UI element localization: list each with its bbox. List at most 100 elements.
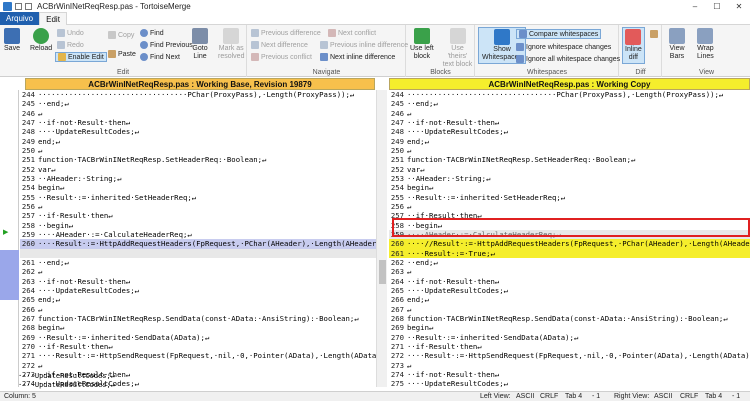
code-line[interactable]: 272 ↵ — [20, 361, 376, 370]
code-line[interactable]: 261 ··end;↵ — [20, 258, 376, 267]
code-line[interactable]: 244 ··································PCh… — [20, 90, 376, 99]
view-bars-button[interactable]: View Bars — [669, 28, 685, 61]
code-line[interactable]: 250 ↵ — [389, 146, 750, 155]
code-line[interactable]: 246 ↵ — [389, 109, 750, 118]
code-line[interactable]: 256 ↵ — [20, 202, 376, 211]
code-line[interactable]: 254 begin↵ — [20, 183, 376, 192]
previous-difference-button[interactable]: Previous difference — [251, 28, 321, 38]
redo-button[interactable]: Redo — [57, 40, 84, 50]
ignore-all-whitespace-button[interactable]: Ignore all whitespace changes — [516, 54, 620, 64]
tab-edit[interactable]: Edit — [39, 12, 67, 25]
code-line[interactable]: 273 ↵ — [389, 361, 750, 370]
code-line[interactable]: 248 ····UpdateResultCodes;↵ — [389, 127, 750, 136]
wrap-lines-button[interactable]: Wrap Lines — [697, 28, 714, 61]
left-tab-size[interactable]: Tab 4 — [565, 393, 582, 400]
minimize-button[interactable]: – — [684, 0, 706, 12]
compare-whitespaces-button[interactable]: Compare whitespaces — [516, 29, 602, 39]
find-next-button[interactable]: Find Next — [140, 52, 180, 62]
code-line[interactable]: 271 ····Result·:=·HttpSendRequest(FpReque… — [20, 351, 376, 360]
save-button[interactable]: Save — [4, 28, 20, 53]
code-line[interactable]: 269 ··Result·:=·inherited·SendData(AData)… — [20, 333, 376, 342]
code-line[interactable]: 256 ↵ — [389, 202, 750, 211]
code-line[interactable]: 266 ↵ — [20, 305, 376, 314]
code-line[interactable]: 244 ··································PCh… — [389, 90, 750, 99]
code-line[interactable]: 264 ····UpdateResultCodes;↵ — [20, 286, 376, 295]
code-line[interactable]: 275 ····UpdateResultCodes;↵ — [389, 379, 750, 388]
enable-edit-button[interactable]: Enable Edit — [55, 52, 107, 62]
right-tab-size[interactable]: Tab 4 — [705, 393, 722, 400]
previous-inline-difference-button[interactable]: Previous inline difference — [320, 40, 408, 50]
use-theirs-block-button[interactable]: Use 'theirs' text block — [441, 28, 474, 69]
code-line[interactable]: 270 ··if·Result·then↵ — [20, 342, 376, 351]
maximize-button[interactable]: ☐ — [706, 0, 728, 12]
next-conflict-button[interactable]: Next conflict — [328, 28, 376, 38]
undo-button[interactable]: Undo — [57, 28, 84, 38]
previous-conflict-button[interactable]: Previous conflict — [251, 52, 312, 62]
find-button[interactable]: Find — [140, 28, 164, 38]
tab-arquivo[interactable]: Arquivo — [0, 12, 40, 25]
diff-options-button[interactable] — [650, 29, 660, 39]
code-line[interactable]: 252 var↵ — [20, 165, 376, 174]
code-line[interactable]: 260 ····Result·:=·HttpAddRequestHeaders(F… — [20, 239, 376, 249]
code-line[interactable]: 266 end;↵ — [389, 295, 750, 304]
code-line[interactable]: 250 ↵ — [20, 146, 376, 155]
mark-as-resolved-button[interactable]: Mark as resolved — [218, 28, 244, 61]
inline-diff-button[interactable]: Inline diff — [622, 27, 645, 64]
code-line[interactable]: 247 ··if·not·Result·then↵ — [20, 118, 376, 127]
code-line[interactable]: 258 ··begin↵ — [20, 221, 376, 230]
goto-line-button[interactable]: Goto Line — [192, 28, 208, 61]
code-line[interactable]: 269 begin↵ — [389, 323, 750, 332]
ignore-whitespace-changes-button[interactable]: Ignore whitespace changes — [516, 42, 611, 52]
code-line[interactable]: 265 end;↵ — [20, 295, 376, 304]
find-previous-button[interactable]: Find Previous — [140, 40, 193, 50]
code-line[interactable]: 267 ↵ — [389, 305, 750, 314]
use-left-block-button[interactable]: Use left block — [410, 28, 434, 61]
code-line[interactable]: 262 ↵ — [20, 267, 376, 276]
code-line[interactable]: 245 ··end;↵ — [389, 99, 750, 108]
next-difference-button[interactable]: Next difference — [251, 40, 308, 50]
code-line[interactable]: 247 ··if·not·Result·then↵ — [389, 118, 750, 127]
code-line[interactable]: 260 ····//Result·:=·HttpAddRequestHeaders… — [389, 239, 750, 249]
code-line[interactable]: 259 ····AHeader·:=·CalculateHeaderReq;↵ — [20, 230, 376, 239]
code-line[interactable]: 252 var↵ — [389, 165, 750, 174]
code-line[interactable]: 251 function·TACBrWinINetReqResp.SetHeade… — [20, 155, 376, 164]
code-line[interactable]: 255 ··Result·:=·inherited·SetHeaderReq;↵ — [389, 193, 750, 202]
next-inline-difference-button[interactable]: Next inline difference — [320, 52, 395, 62]
code-line[interactable]: 262 ··end;↵ — [389, 258, 750, 267]
copy-button[interactable]: Copy — [108, 30, 134, 40]
reload-button[interactable]: Reload — [30, 28, 52, 53]
paste-button[interactable]: Paste — [108, 49, 136, 59]
code-line[interactable]: 249 end;↵ — [389, 137, 750, 146]
left-eol[interactable]: CRLF — [540, 393, 558, 400]
code-line[interactable]: 255 ··Result·:=·inherited·SetHeaderReq;↵ — [20, 193, 376, 202]
right-code-pane[interactable]: 244 ··································PCh… — [389, 90, 750, 388]
code-line[interactable]: 268 begin↵ — [20, 323, 376, 332]
left-vertical-scrollbar[interactable] — [376, 90, 387, 387]
quick-access-dropdown-icon[interactable] — [25, 2, 32, 10]
code-line[interactable]: 264 ··if·not·Result·then↵ — [389, 277, 750, 286]
code-line[interactable]: 265 ····UpdateResultCodes;↵ — [389, 286, 750, 295]
left-scroll-thumb[interactable] — [379, 260, 386, 284]
right-eol[interactable]: CRLF — [680, 393, 698, 400]
code-line[interactable]: 270 ··Result·:=·inherited·SendData(AData)… — [389, 333, 750, 342]
code-line[interactable]: 253 ··AHeader:·String;↵ — [389, 174, 750, 183]
code-line[interactable]: 261 ····Result·:=·True;↵ — [389, 248, 750, 258]
bottom-pane[interactable]: ····UpdateResultCodes;↵ ····UpdateResult… — [0, 372, 376, 390]
code-line[interactable] — [20, 248, 376, 258]
code-line[interactable]: 268 function·TACBrWinINetReqResp.SendData… — [389, 314, 750, 323]
code-line[interactable]: 245 ··end;↵ — [20, 99, 376, 108]
code-line[interactable]: 254 begin↵ — [389, 183, 750, 192]
quick-access-save-icon[interactable] — [15, 2, 22, 10]
left-code-pane[interactable]: 244 ··································PCh… — [20, 90, 376, 388]
code-line[interactable]: 248 ····UpdateResultCodes;↵ — [20, 127, 376, 136]
right-encoding[interactable]: ASCII — [654, 393, 672, 400]
code-line[interactable]: 257 ··if·Result·then↵ — [20, 211, 376, 220]
code-line[interactable]: 271 ··if·Result·then↵ — [389, 342, 750, 351]
code-line[interactable]: 246 ↵ — [20, 109, 376, 118]
code-line[interactable]: 263 ↵ — [389, 267, 750, 276]
close-button[interactable]: ✕ — [728, 0, 750, 12]
code-line[interactable]: 274 ··if·not·Result·then↵ — [389, 370, 750, 379]
code-line[interactable]: 251 function·TACBrWinINetReqResp.SetHeade… — [389, 155, 750, 164]
code-line[interactable]: 272 ····Result·:=·HttpSendRequest(FpReque… — [389, 351, 750, 360]
code-line[interactable]: 263 ··if·not·Result·then↵ — [20, 277, 376, 286]
